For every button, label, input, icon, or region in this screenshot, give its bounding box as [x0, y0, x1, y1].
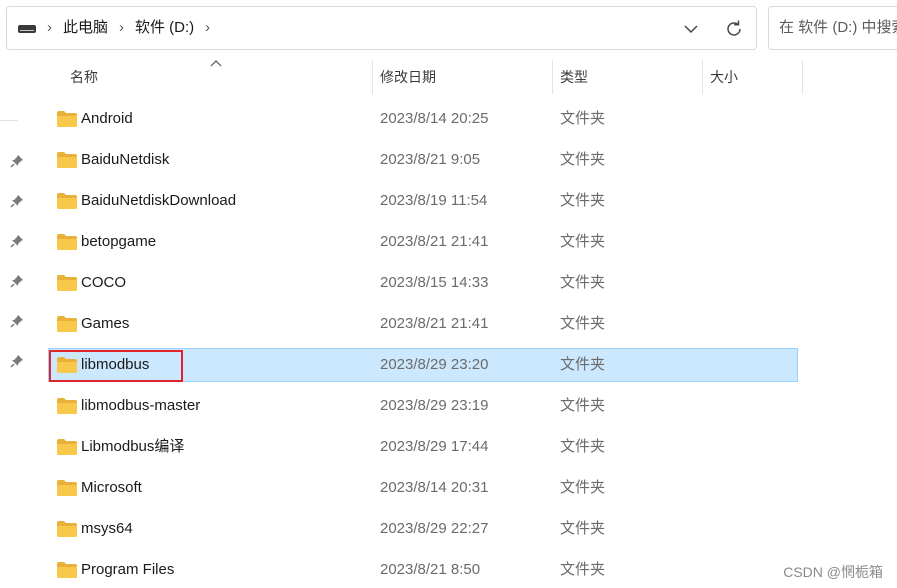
file-modified: 2023/8/21 8:50	[380, 561, 481, 578]
file-modified: 2023/8/29 17:44	[380, 438, 489, 455]
file-row-selected[interactable]: libmodbus 2023/8/29 23:20 文件夹	[48, 348, 798, 382]
file-modified: 2023/8/29 23:20	[380, 356, 489, 373]
file-modified: 2023/8/14 20:25	[380, 110, 489, 127]
folder-icon	[57, 357, 77, 373]
file-row[interactable]: Games 2023/8/21 21:41 文件夹	[48, 307, 798, 341]
pin-icon[interactable]	[9, 153, 25, 169]
file-name: BaiduNetdisk	[81, 151, 170, 168]
file-name: msys64	[81, 520, 133, 537]
file-name: betopgame	[81, 233, 157, 250]
navigation-pane	[0, 56, 34, 588]
breadcrumb-separator[interactable]: ›	[119, 19, 124, 37]
file-name: libmodbus-master	[81, 397, 201, 414]
file-type: 文件夹	[560, 397, 606, 414]
sort-up-icon	[210, 60, 222, 67]
file-name: BaiduNetdiskDownload	[81, 192, 237, 209]
breadcrumb-drive-d[interactable]: 软件 (D:)	[135, 19, 194, 37]
drive-icon[interactable]	[18, 25, 36, 33]
file-type: 文件夹	[560, 438, 606, 455]
file-type: 文件夹	[560, 233, 606, 250]
file-modified: 2023/8/21 21:41	[380, 315, 489, 332]
file-modified: 2023/8/19 11:54	[380, 192, 488, 209]
folder-icon	[57, 275, 77, 291]
folder-icon	[57, 193, 77, 209]
file-type: 文件夹	[560, 110, 606, 127]
folder-icon	[57, 316, 77, 332]
file-row[interactable]: Libmodbus编译 2023/8/29 17:44 文件夹	[48, 430, 798, 464]
folder-icon	[57, 234, 77, 250]
chevron-down-icon[interactable]	[682, 20, 700, 38]
breadcrumb-separator[interactable]: ›	[47, 19, 52, 37]
file-modified: 2023/8/21 21:41	[380, 233, 489, 250]
search-placeholder: 在 软件 (D:) 中搜索	[779, 19, 897, 36]
breadcrumb-this-pc[interactable]: 此电脑	[63, 19, 108, 37]
search-input[interactable]: 在 软件 (D:) 中搜索	[768, 6, 897, 50]
file-row[interactable]: Microsoft 2023/8/14 20:31 文件夹	[48, 471, 798, 505]
file-modified: 2023/8/14 20:31	[380, 479, 489, 496]
breadcrumb-separator[interactable]: ›	[205, 19, 210, 37]
watermark: CSDN @惘栀箱	[783, 564, 883, 580]
column-divider[interactable]	[552, 60, 553, 94]
column-header-modified[interactable]: 修改日期	[380, 60, 436, 94]
file-type: 文件夹	[560, 520, 606, 537]
folder-icon	[57, 398, 77, 414]
file-type: 文件夹	[560, 151, 606, 168]
file-name: Microsoft	[81, 479, 142, 496]
top-bar: › 此电脑 › 软件 (D:) › 在 软件 (D:) 中搜索	[0, 0, 897, 56]
folder-icon	[57, 111, 77, 127]
file-type: 文件夹	[560, 356, 606, 373]
file-type: 文件夹	[560, 192, 606, 209]
file-type: 文件夹	[560, 561, 606, 578]
pin-icon[interactable]	[9, 193, 25, 209]
nav-divider	[0, 120, 18, 121]
pin-icon[interactable]	[9, 313, 25, 329]
file-name: COCO	[81, 274, 126, 291]
column-divider[interactable]	[702, 60, 703, 94]
column-divider[interactable]	[802, 60, 803, 94]
file-type: 文件夹	[560, 274, 606, 291]
file-row[interactable]: Android 2023/8/14 20:25 文件夹	[48, 102, 798, 136]
file-name: Program Files	[81, 561, 175, 578]
file-row[interactable]: libmodbus-master 2023/8/29 23:19 文件夹	[48, 389, 798, 423]
folder-icon	[57, 152, 77, 168]
file-modified: 2023/8/29 23:19	[380, 397, 489, 414]
file-row[interactable]: Program Files 2023/8/21 8:50 文件夹	[48, 553, 798, 587]
file-modified: 2023/8/29 22:27	[380, 520, 489, 537]
pin-icon[interactable]	[9, 353, 25, 369]
file-row[interactable]: betopgame 2023/8/21 21:41 文件夹	[48, 225, 798, 259]
folder-icon	[57, 562, 77, 578]
pin-icon[interactable]	[9, 233, 25, 249]
folder-icon	[57, 439, 77, 455]
file-modified: 2023/8/21 9:05	[380, 151, 481, 168]
file-row[interactable]: msys64 2023/8/29 22:27 文件夹	[48, 512, 798, 546]
file-type: 文件夹	[560, 315, 606, 332]
pin-icon[interactable]	[9, 273, 25, 289]
column-header-name[interactable]: 名称	[70, 60, 98, 94]
column-header-size[interactable]: 大小	[710, 60, 738, 94]
file-name: Android	[81, 110, 133, 127]
file-modified: 2023/8/15 14:33	[380, 274, 489, 291]
file-name: libmodbus	[81, 356, 150, 373]
folder-icon	[57, 480, 77, 496]
file-row[interactable]: BaiduNetdisk 2023/8/21 9:05 文件夹	[48, 143, 798, 177]
file-row[interactable]: BaiduNetdiskDownload 2023/8/19 11:54 文件夹	[48, 184, 798, 218]
file-name: Games	[81, 315, 130, 332]
folder-icon	[57, 521, 77, 537]
address-bar[interactable]: › 此电脑 › 软件 (D:) ›	[6, 6, 757, 50]
file-row[interactable]: COCO 2023/8/15 14:33 文件夹	[48, 266, 798, 300]
file-type: 文件夹	[560, 479, 606, 496]
refresh-icon[interactable]	[723, 18, 745, 40]
column-divider[interactable]	[372, 60, 373, 94]
file-name: Libmodbus编译	[81, 438, 185, 455]
column-header-type[interactable]: 类型	[560, 60, 588, 94]
